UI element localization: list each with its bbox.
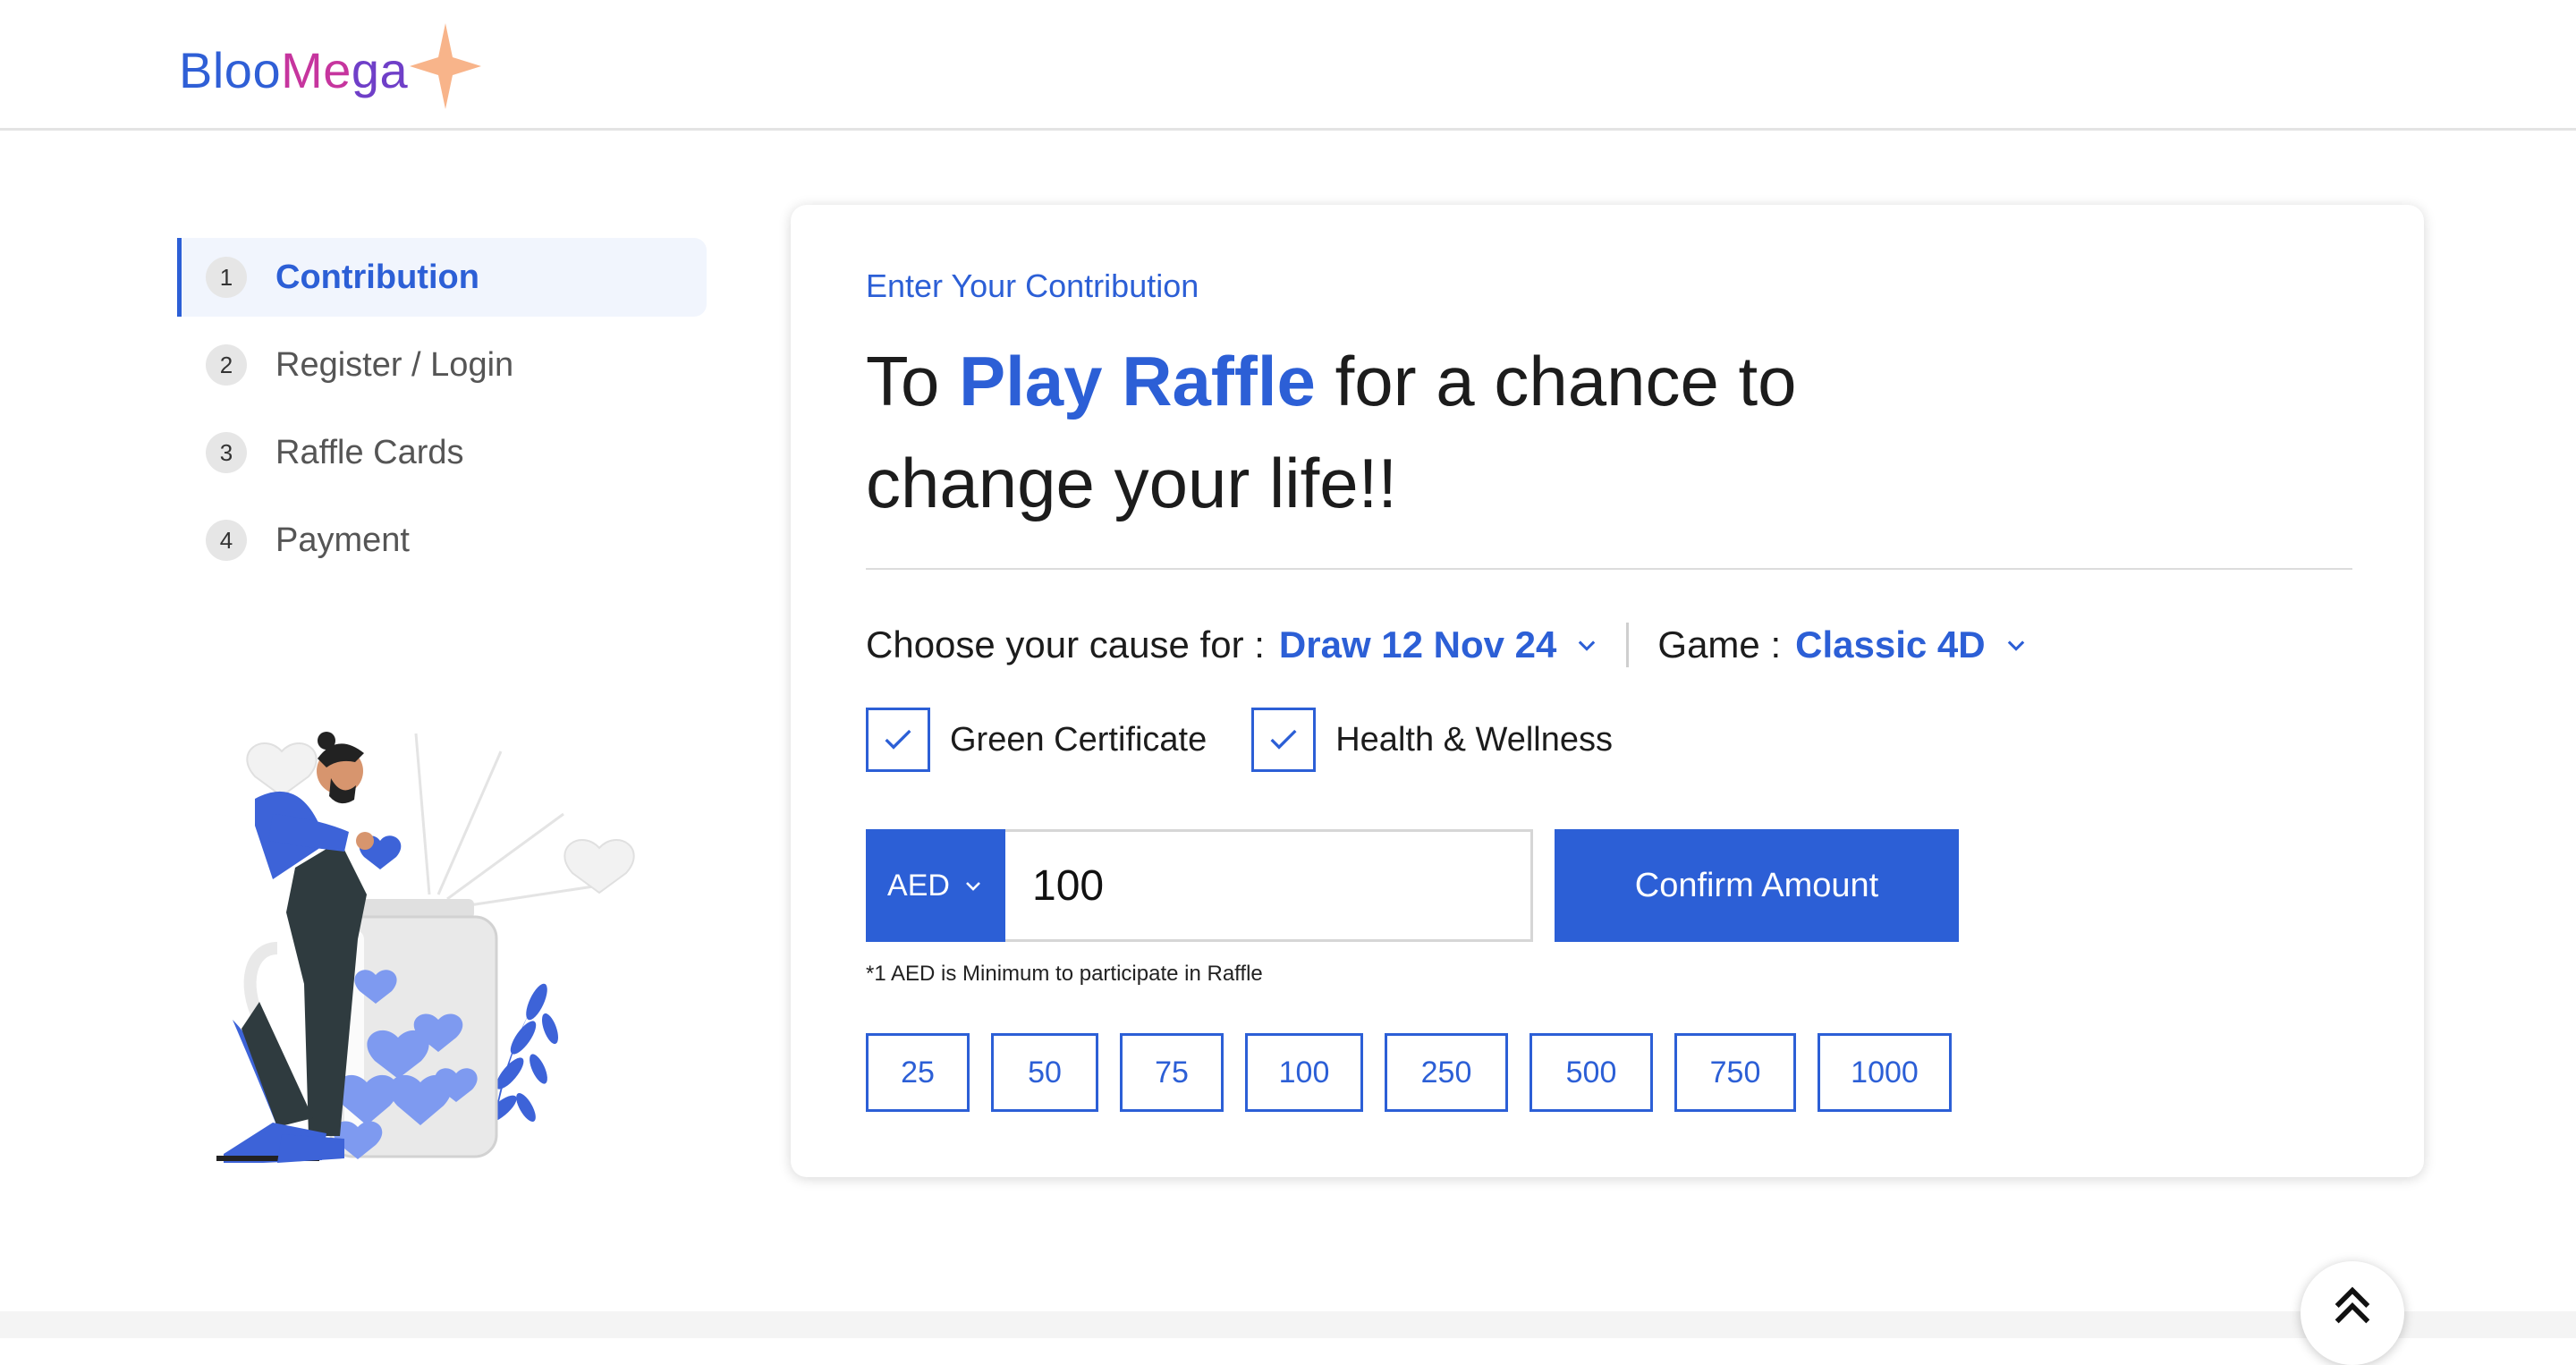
brand-logo-part2: Me [281, 41, 352, 98]
confirm-amount-button[interactable]: Confirm Amount [1555, 829, 1959, 942]
chevron-down-icon [1579, 640, 1596, 651]
vertical-separator [1626, 623, 1630, 667]
title-prefix: To [866, 342, 960, 420]
checkbox-label: Green Certificate [950, 720, 1208, 759]
amount-row: AED 100 Confirm Amount [866, 829, 1959, 942]
check-icon [1270, 729, 1297, 750]
brand-logo[interactable]: Bloo Me ga [179, 23, 481, 113]
step-raffle-cards[interactable]: 3 Raffle Cards [177, 413, 707, 492]
divider [866, 568, 2352, 570]
preset-amount-button[interactable]: 1000 [1818, 1033, 1952, 1112]
top-header: Bloo Me ga [0, 0, 2576, 131]
checkbox-box[interactable] [1251, 708, 1317, 772]
cause-label: Choose your cause for : [866, 623, 1265, 666]
footer-band [0, 1311, 2576, 1338]
cause-checkboxes: Green Certificate Health & Wellness [866, 708, 1657, 772]
chevron-down-icon [966, 882, 980, 891]
minimum-note: *1 AED is Minimum to participate in Raff… [866, 962, 1263, 986]
double-chevron-up-icon [2334, 1286, 2370, 1324]
step-number: 1 [206, 257, 247, 298]
amount-input[interactable]: 100 [1005, 829, 1533, 942]
preset-amount-button[interactable]: 500 [1530, 1033, 1653, 1112]
card-subtitle: Enter Your Contribution [866, 267, 1199, 304]
currency-dropdown[interactable]: AED [866, 829, 1005, 942]
step-label: Payment [275, 521, 410, 559]
scroll-to-top-button[interactable] [2301, 1261, 2404, 1365]
star-icon [410, 23, 481, 109]
preset-amounts: 25 50 75 100 250 500 750 1000 [866, 1033, 1973, 1112]
step-number: 4 [206, 520, 247, 561]
preset-amount-button[interactable]: 250 [1385, 1033, 1508, 1112]
preset-amount-button[interactable]: 75 [1120, 1033, 1224, 1112]
step-label: Register / Login [275, 345, 514, 384]
brand-logo-part1: Bloo [179, 41, 282, 98]
preset-amount-button[interactable]: 50 [991, 1033, 1098, 1112]
step-number: 2 [206, 344, 247, 386]
preset-amount-button[interactable]: 100 [1245, 1033, 1363, 1112]
donation-jar-illustration [216, 732, 635, 1163]
game-dropdown[interactable]: Classic 4D [1795, 623, 2028, 666]
preset-amount-button[interactable]: 750 [1674, 1033, 1796, 1112]
checkbox-box[interactable] [866, 708, 930, 772]
cause-selector-row: Choose your cause for : Draw 12 Nov 24 G… [866, 609, 2029, 681]
game-dropdown-value: Classic 4D [1795, 623, 1986, 666]
health-wellness-checkbox[interactable]: Health & Wellness [1251, 708, 1613, 772]
brand-logo-part3: ga [351, 41, 409, 98]
preset-amount-button[interactable]: 25 [866, 1033, 970, 1112]
green-certificate-checkbox[interactable]: Green Certificate [866, 708, 1207, 772]
game-label: Game : [1657, 623, 1782, 666]
step-contribution[interactable]: 1 Contribution [177, 238, 707, 317]
checkbox-label: Health & Wellness [1335, 720, 1614, 759]
currency-value: AED [887, 868, 950, 903]
contribution-card: Enter Your Contribution To Play Raffle f… [791, 205, 2424, 1177]
step-label: Raffle Cards [275, 433, 464, 471]
draw-dropdown[interactable]: Draw 12 Nov 24 [1279, 623, 1600, 666]
card-title: To Play Raffle for a chance to change yo… [866, 330, 2029, 534]
checkout-stepper: 1 Contribution 2 Register / Login 3 Raff… [177, 238, 707, 589]
check-icon [885, 729, 911, 750]
step-label: Contribution [275, 258, 479, 296]
draw-dropdown-value: Draw 12 Nov 24 [1278, 623, 1557, 666]
title-accent: Play Raffle [959, 342, 1316, 420]
step-register-login[interactable]: 2 Register / Login [177, 326, 707, 404]
chevron-down-icon [2007, 640, 2024, 651]
step-number: 3 [206, 432, 247, 473]
step-payment[interactable]: 4 Payment [177, 501, 707, 580]
